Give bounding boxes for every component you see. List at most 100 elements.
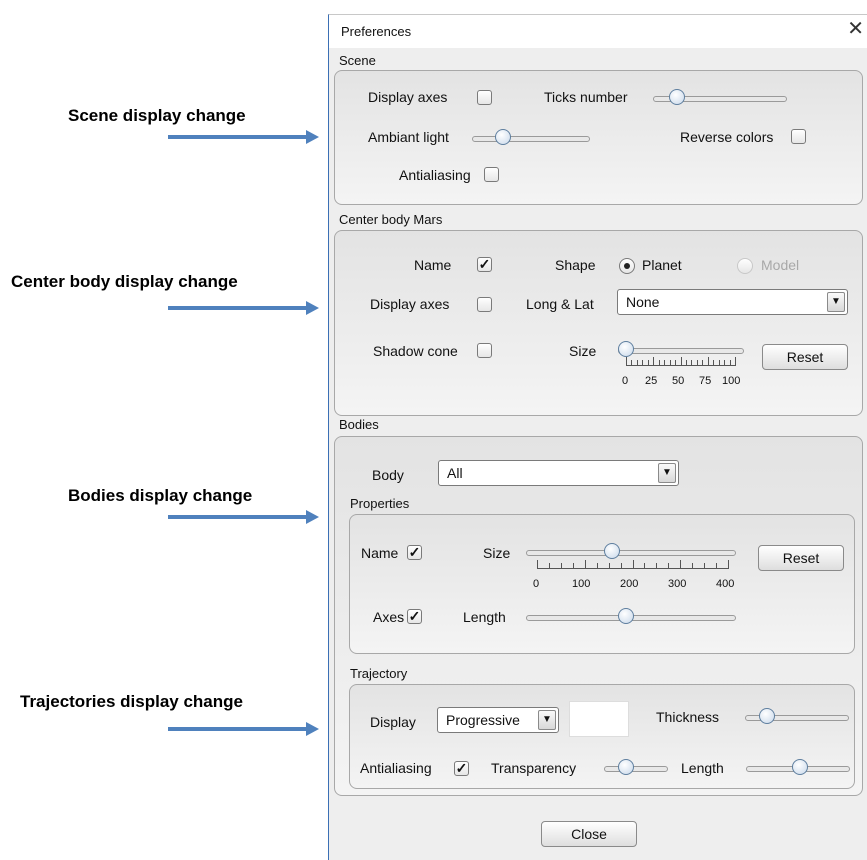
bodies-size-ticks — [537, 560, 729, 569]
tick-mark — [644, 563, 646, 568]
trajectory-antialiasing-checkbox[interactable]: ✓ — [454, 761, 469, 776]
tick-mark — [728, 560, 729, 568]
tick-mark — [572, 563, 574, 568]
center-body-size-thumb[interactable] — [618, 341, 634, 357]
bodies-size-label: Size — [483, 545, 511, 561]
ambiant-light-thumb[interactable] — [495, 129, 511, 145]
tick-mark — [704, 563, 706, 568]
ambiant-light-slider[interactable] — [472, 129, 590, 147]
long-lat-dropdown[interactable]: None ▼ — [617, 289, 848, 315]
trajectory-antialiasing-label: Antialiasing — [360, 760, 432, 776]
transparency-thumb[interactable] — [618, 759, 634, 775]
bodies-size-tick-400: 400 — [716, 578, 735, 590]
trajectory-display-dropdown[interactable]: Progressive ▼ — [437, 707, 559, 733]
shadow-cone-checkbox[interactable] — [477, 343, 492, 358]
annotation-scene: Scene display change — [68, 106, 246, 125]
scene-antialiasing-checkbox[interactable] — [484, 167, 499, 182]
bodies-length-thumb[interactable] — [618, 608, 634, 624]
center-body-name-checkbox[interactable]: ✓ — [477, 257, 492, 272]
close-icon[interactable]: ✕ — [847, 19, 864, 39]
thickness-slider[interactable] — [745, 708, 849, 726]
reverse-colors-checkbox[interactable] — [791, 129, 806, 144]
tick-mark — [537, 560, 538, 568]
scene-display-axes-checkbox[interactable] — [477, 90, 492, 105]
tick-mark — [653, 357, 655, 365]
bodies-size-slider[interactable] — [526, 543, 736, 561]
center-body-display-axes-label: Display axes — [370, 296, 450, 312]
tick-mark — [584, 560, 586, 568]
center-body-size-tick-100: 100 — [722, 375, 741, 387]
trajectory-color-swatch[interactable] — [569, 701, 629, 737]
tick-mark — [713, 360, 715, 365]
bodies-size-thumb[interactable] — [603, 543, 620, 559]
trajectory-length-thumb[interactable] — [792, 759, 808, 775]
ticks-number-slider[interactable] — [653, 89, 787, 107]
title-bar[interactable]: Preferences ✕ — [329, 15, 867, 48]
tick-mark — [620, 563, 622, 568]
chevron-down-icon[interactable]: ▼ — [827, 292, 845, 312]
shape-model-radio[interactable] — [737, 258, 753, 274]
trajectory-group: Display Progressive ▼ Thickness Antialia… — [349, 684, 855, 789]
scene-group: Display axes Ticks number Ambiant light … — [334, 70, 863, 205]
tick-mark — [680, 560, 682, 568]
trajectory-display-value: Progressive — [446, 712, 520, 728]
center-body-size-label: Size — [569, 343, 597, 359]
trajectory-display-label: Display — [370, 714, 416, 730]
bodies-axes-checkbox[interactable]: ✓ — [407, 609, 422, 624]
center-body-name-label: Name — [414, 257, 452, 273]
center-body-group: Name ✓ Shape Planet Model Display axes L… — [334, 230, 863, 416]
tick-mark — [560, 563, 562, 568]
body-dropdown[interactable]: All ▼ — [438, 460, 679, 486]
bodies-name-checkbox[interactable]: ✓ — [407, 545, 422, 560]
center-body-size-tick-50: 50 — [672, 375, 685, 387]
shadow-cone-label: Shadow cone — [373, 343, 458, 359]
annotation-center-body: Center body display change — [11, 272, 238, 291]
tick-mark — [724, 360, 726, 365]
trajectory-length-slider[interactable] — [746, 759, 850, 777]
scene-display-axes-label: Display axes — [368, 89, 448, 105]
scene-header: Scene — [339, 53, 376, 68]
close-button[interactable]: Close — [541, 821, 637, 847]
tick-mark — [658, 360, 660, 365]
scene-antialiasing-label: Antialiasing — [399, 167, 471, 183]
body-label: Body — [372, 467, 404, 483]
arrow-trajectories — [168, 722, 319, 736]
tick-mark — [691, 360, 693, 365]
bodies-header: Bodies — [339, 417, 379, 432]
tick-mark — [548, 563, 550, 568]
thickness-thumb[interactable] — [759, 708, 775, 724]
thickness-label: Thickness — [656, 709, 720, 725]
tick-mark — [707, 357, 709, 365]
shape-model-label: Model — [761, 257, 800, 273]
annotation-trajectories: Trajectories display change — [20, 692, 243, 711]
arrow-center-body — [168, 301, 319, 315]
tick-mark — [664, 360, 666, 365]
chevron-down-icon[interactable]: ▼ — [658, 463, 676, 483]
tick-mark — [647, 360, 649, 365]
ticks-number-thumb[interactable] — [669, 89, 685, 105]
body-value: All — [447, 465, 463, 481]
tick-mark — [642, 360, 644, 365]
long-lat-value: None — [626, 294, 660, 310]
center-body-display-axes-checkbox[interactable] — [477, 297, 492, 312]
long-lat-label: Long & Lat — [526, 296, 594, 312]
bodies-size-tick-200: 200 — [620, 578, 639, 590]
bodies-reset-button[interactable]: Reset — [758, 545, 844, 571]
shape-planet-radio[interactable] — [619, 258, 635, 274]
tick-mark — [729, 360, 731, 365]
bodies-length-slider[interactable] — [526, 608, 736, 626]
transparency-label: Transparency — [491, 760, 577, 776]
center-body-size-tick-75: 75 — [699, 375, 712, 387]
tick-mark — [718, 360, 720, 365]
dialog-title: Preferences — [341, 24, 412, 39]
tick-mark — [636, 360, 638, 365]
center-body-size-ticks — [626, 357, 736, 366]
center-body-header: Center body Mars — [339, 212, 443, 227]
chevron-down-icon[interactable]: ▼ — [538, 710, 556, 730]
transparency-slider[interactable] — [604, 759, 668, 777]
tick-mark — [696, 360, 698, 365]
annotation-bodies: Bodies display change — [68, 486, 253, 505]
ticks-number-label: Ticks number — [544, 89, 628, 105]
center-body-reset-button[interactable]: Reset — [762, 344, 848, 370]
bodies-size-tick-300: 300 — [668, 578, 687, 590]
